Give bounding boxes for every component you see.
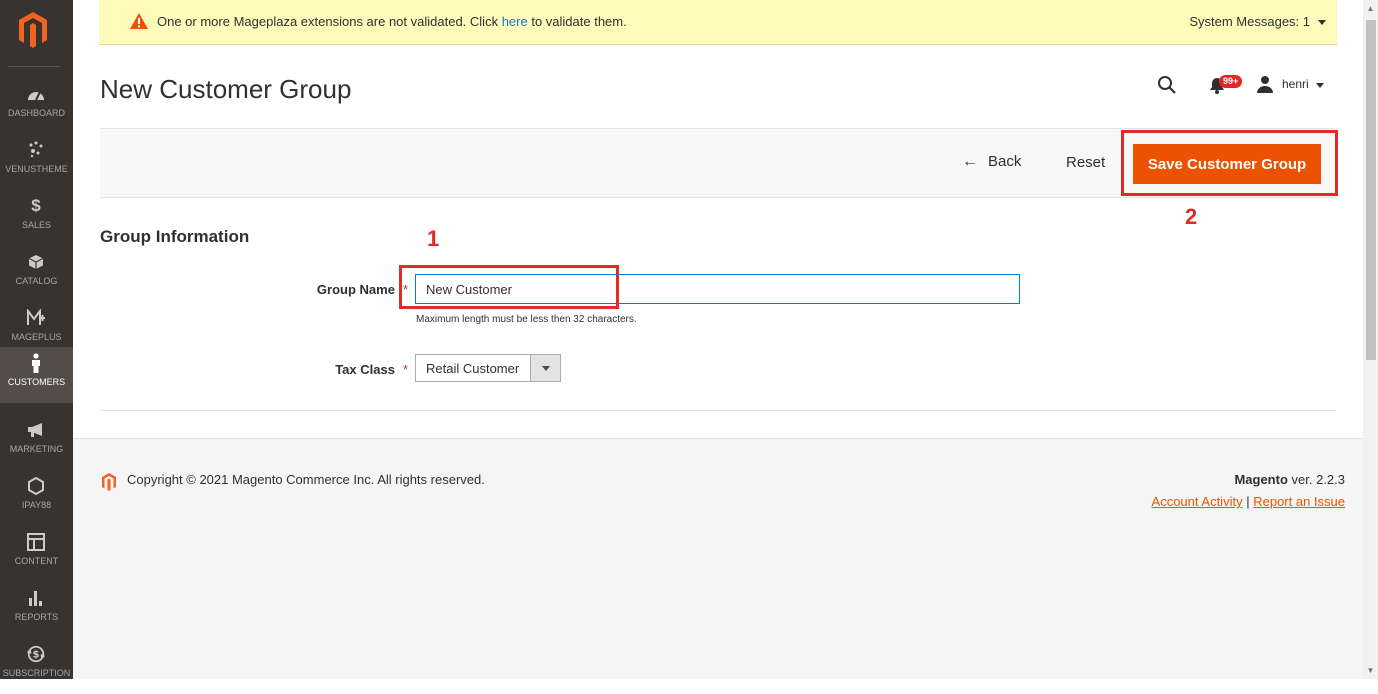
- chevron-down-icon[interactable]: [1316, 83, 1324, 88]
- version-text: ver. 2.2.3: [1287, 472, 1345, 487]
- tax-class-label-text: Tax Class: [335, 362, 395, 377]
- sidebar-item-marketing[interactable]: MARKETING: [0, 414, 73, 470]
- scroll-up-arrow-icon[interactable]: ▲: [1366, 4, 1375, 13]
- sidebar-divider: [8, 66, 60, 67]
- venustheme-icon: [26, 140, 46, 160]
- sidebar-item-label: REPORTS: [14, 612, 59, 622]
- cube-icon: [26, 252, 46, 272]
- back-button[interactable]: ← Back: [962, 153, 1021, 171]
- annotation-step-2: 2: [1185, 204, 1198, 229]
- svg-text:$: $: [33, 650, 40, 661]
- group-name-label-text: Group Name: [316, 282, 395, 297]
- sidebar-item-label: VENUSTHEME: [5, 164, 68, 174]
- dashboard-icon: [26, 84, 46, 104]
- sidebar-item-dashboard[interactable]: DASHBOARD: [0, 78, 73, 134]
- scrollbar-thumb[interactable]: [1366, 20, 1376, 360]
- sidebar-item-label: CUSTOMERS: [7, 377, 66, 387]
- sidebar-item-label: CONTENT: [14, 556, 59, 566]
- system-messages-dropdown[interactable]: System Messages: 1: [1189, 14, 1326, 29]
- sidebar-item-content[interactable]: CONTENT: [0, 526, 73, 582]
- chevron-down-icon: [1318, 20, 1326, 26]
- group-name-hint: Maximum length must be less then 32 char…: [416, 314, 637, 325]
- group-name-label: Group Name *: [290, 282, 408, 297]
- chevron-down-icon[interactable]: [530, 355, 560, 381]
- layout-icon: [26, 532, 46, 552]
- sidebar-item-catalog[interactable]: CATALOG: [0, 246, 73, 302]
- user-icon[interactable]: [1256, 75, 1274, 93]
- bar-chart-icon: [26, 588, 46, 608]
- sidebar-item-reports[interactable]: REPORTS: [0, 582, 73, 638]
- sidebar-item-label: MAGEPLUS: [11, 332, 62, 342]
- annotation-step-1: 1: [427, 226, 440, 251]
- system-message-text: One or more Mageplaza extensions are not…: [157, 14, 627, 29]
- sidebar-item-label: DASHBOARD: [7, 108, 65, 118]
- megaphone-icon: [26, 420, 46, 440]
- tax-class-value: Retail Customer: [426, 361, 520, 376]
- scroll-down-arrow-icon[interactable]: ▼: [1366, 666, 1375, 675]
- message-text-before: One or more Mageplaza extensions are not…: [157, 14, 502, 29]
- system-messages-label: System Messages: 1: [1189, 14, 1310, 29]
- required-marker: *: [402, 362, 408, 377]
- sidebar-item-subscription[interactable]: $ SUBSCRIPTION: [0, 638, 73, 694]
- back-button-label: Back: [988, 153, 1022, 170]
- sidebar-item-sales[interactable]: $ SALES: [0, 190, 73, 246]
- sidebar-item-label: SUBSCRIPTION: [2, 668, 71, 678]
- dollar-icon: $: [31, 196, 41, 215]
- sidebar-item-label: CATALOG: [15, 276, 58, 286]
- section-divider: [100, 410, 1336, 411]
- sidebar-item-label: MARKETING: [9, 444, 64, 454]
- tax-class-select[interactable]: Retail Customer: [415, 354, 561, 382]
- validate-link[interactable]: here: [502, 14, 528, 29]
- annotation-highlight-save: [1121, 130, 1338, 196]
- search-icon[interactable]: [1157, 75, 1177, 95]
- admin-sidebar: DASHBOARD VENUSTHEME $ SALES CATALOG MAG…: [0, 0, 73, 679]
- page-title: New Customer Group: [100, 74, 352, 104]
- report-issue-link[interactable]: Report an Issue: [1253, 494, 1345, 509]
- user-menu-name[interactable]: henri: [1282, 77, 1309, 91]
- person-icon: [26, 353, 46, 373]
- page-footer: Copyright © 2021 Magento Commerce Inc. A…: [73, 438, 1363, 679]
- link-separator: |: [1246, 494, 1250, 509]
- mageplus-icon: [26, 308, 46, 328]
- sidebar-item-customers[interactable]: CUSTOMERS: [0, 347, 73, 403]
- magento-logo-icon[interactable]: [17, 10, 49, 50]
- account-activity-link[interactable]: Account Activity: [1152, 494, 1243, 509]
- tax-class-label: Tax Class *: [290, 362, 408, 377]
- message-text-after: to validate them.: [527, 14, 627, 29]
- magento-version: Magento ver. 2.2.3: [1234, 472, 1345, 487]
- notification-count-badge[interactable]: 99+: [1219, 75, 1243, 88]
- system-message-bar: One or more Mageplaza extensions are not…: [99, 0, 1337, 45]
- footer-links: Account Activity | Report an Issue: [1152, 494, 1345, 509]
- arrow-left-icon: ←: [962, 153, 978, 170]
- section-title: Group Information: [100, 227, 250, 246]
- warning-icon: [130, 13, 148, 29]
- subscription-icon: $: [26, 644, 46, 664]
- sidebar-item-venustheme[interactable]: VENUSTHEME: [0, 134, 73, 190]
- sidebar-item-label: IPAY88: [21, 500, 52, 510]
- reset-button[interactable]: Reset: [1066, 154, 1105, 171]
- annotation-highlight-group-name: [399, 265, 619, 309]
- hexagon-icon: [26, 476, 46, 496]
- brand-name: Magento: [1234, 472, 1288, 487]
- copyright-text: Copyright © 2021 Magento Commerce Inc. A…: [127, 472, 485, 487]
- sidebar-item-label: SALES: [21, 220, 52, 230]
- vertical-scrollbar[interactable]: ▲ ▼: [1363, 0, 1378, 679]
- magento-logo-icon: [102, 473, 116, 491]
- sidebar-item-ipay88[interactable]: IPAY88: [0, 470, 73, 526]
